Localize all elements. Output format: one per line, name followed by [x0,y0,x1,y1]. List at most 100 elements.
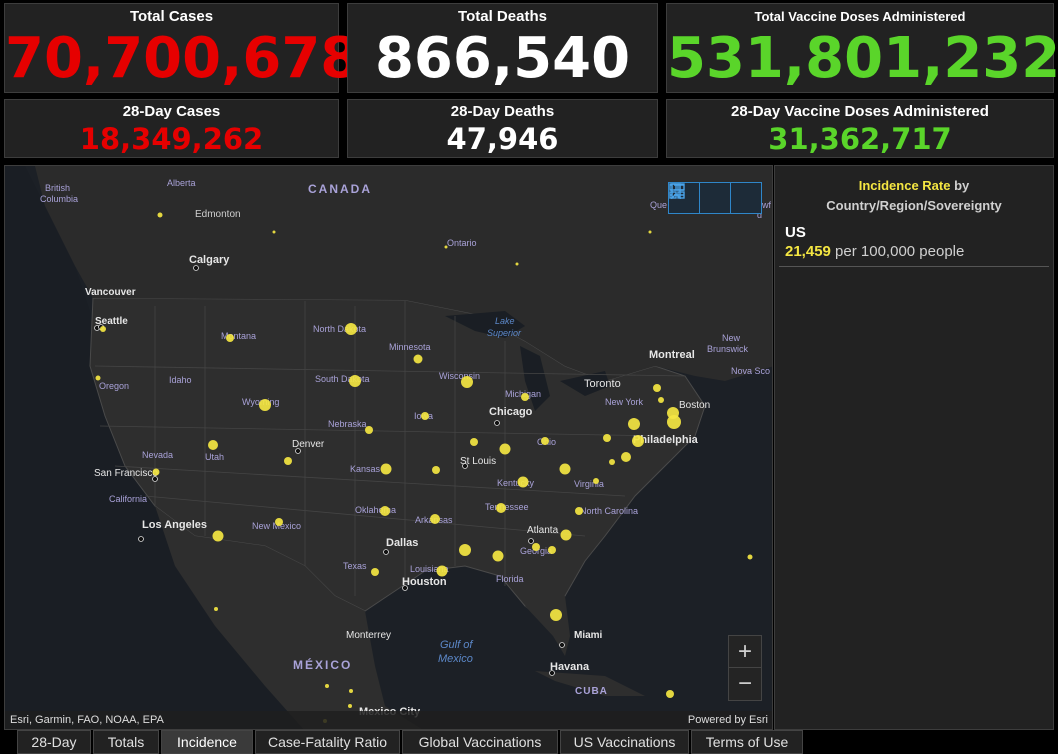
incidence-bubble[interactable] [413,354,423,364]
tab-incidence[interactable]: Incidence [161,730,253,754]
incidence-bubble[interactable] [515,262,519,266]
incidence-bubble[interactable] [628,418,640,430]
list-item[interactable]: US 21,459 per 100,000 people [785,224,1053,260]
incidence-metric-label: Incidence Rate [858,178,951,193]
zoom-in-button[interactable]: + [729,636,761,668]
incidence-bubble[interactable] [95,375,101,381]
incidence-panel: Incidence Rate by Country/Region/Soverei… [774,165,1054,730]
incidence-bubble[interactable] [284,457,292,465]
incidence-bubble[interactable] [208,440,218,450]
incidence-bubble[interactable] [345,323,357,335]
incidence-bubble[interactable] [325,684,329,688]
incidence-bubble[interactable] [432,466,440,474]
incidence-bubble[interactable] [492,550,504,562]
incidence-bubble[interactable] [532,543,540,551]
incidence-bubble[interactable] [226,334,234,342]
incidence-bubble[interactable] [609,459,615,465]
zoom-out-button[interactable]: − [729,668,761,699]
map-label-north-dakota: North Dakota [313,324,366,334]
map-label-dallas: Dallas [386,537,418,549]
incidence-bubble[interactable] [100,326,106,332]
map-toolbar [668,182,762,214]
incidence-bubble[interactable] [461,376,473,388]
incidence-bubble[interactable] [349,375,361,387]
powered-by-esri[interactable]: Powered by Esri [688,714,768,726]
incidence-bubble[interactable] [272,230,276,234]
incidence-bubble[interactable] [444,245,448,249]
incidence-bubble[interactable] [632,435,644,447]
incidence-bubble[interactable] [621,452,631,462]
incidence-bubble[interactable] [430,514,440,524]
tab-terms-of-use[interactable]: Terms of Use [691,730,803,754]
incidence-bubble[interactable] [575,507,583,515]
incidence-subtitle: Country/Region/Sovereignty [826,198,1002,213]
tab-us-vaccinations[interactable]: US Vaccinations [560,730,689,754]
map-view[interactable]: CANADA MÉXICO Gulf of Mexico Lake Superior Bri… [4,165,773,730]
city-dot [462,463,468,469]
map-label-south-dakota: South Dakota [315,374,370,384]
map-label-tennessee: Tennessee [485,502,529,512]
incidence-bubble[interactable] [496,503,506,513]
incidence-bubble[interactable] [548,546,556,554]
incidence-bubble[interactable] [459,544,471,556]
map-label-idaho: Idaho [169,375,192,385]
incidence-bubble[interactable] [560,529,572,541]
incidence-bubble[interactable] [667,415,681,429]
incidence-bubble[interactable] [157,212,163,218]
incidence-bubble[interactable] [559,463,571,475]
incidence-bubble[interactable] [380,463,392,475]
incidence-bubble[interactable] [648,230,652,234]
map-label-new-brunswick2: Brunswick [707,344,749,354]
incidence-bubble[interactable] [666,690,674,698]
incidence-bubble[interactable] [380,506,390,516]
incidence-bubble[interactable] [517,476,529,488]
incidence-bubble[interactable] [550,609,562,621]
incidence-bubble[interactable] [212,530,224,542]
incidence-bubble[interactable] [499,443,511,455]
map-label-florida: Florida [496,574,524,584]
map-label-kentucky: Kentucky [497,478,535,488]
map-label-mexico: MÉXICO [293,657,352,672]
incidence-bubble[interactable] [349,689,353,693]
legend-list-icon[interactable] [670,183,731,213]
basemap-gallery-icon[interactable] [669,183,761,213]
total-vaccine-panel: Total Vaccine Doses Administered 531,801… [666,3,1058,93]
map-label-new-york: New York [605,397,644,407]
map-label-quebec: Que [650,200,667,210]
city-dot [138,536,144,542]
total-vaccine-title: Total Vaccine Doses Administered [754,9,966,24]
incidence-bubble[interactable] [214,607,218,611]
incidence-bubble[interactable] [470,438,478,446]
incidence-bubble[interactable] [593,478,599,484]
incidence-rate-unit: per 100,000 people [830,243,965,260]
incidence-bubble[interactable] [436,565,448,577]
incidence-bubble[interactable] [421,412,429,420]
incidence-bubble[interactable] [653,384,661,392]
vaccine-28-title: 28-Day Vaccine Doses Administered [731,103,989,120]
map-label-cuba: CUBA [575,686,608,697]
map-label-chicago: Chicago [489,406,533,418]
total-cases-panel: Total Cases 70,700,678 [4,3,359,93]
tab-global-vaccinations[interactable]: Global Vaccinations [402,730,558,754]
incidence-bubble[interactable] [275,518,283,526]
total-cases-title: Total Cases [129,8,214,25]
map-label-monterrey: Monterrey [346,630,391,641]
tab-totals[interactable]: Totals [93,730,159,754]
tab-case-fatality-ratio[interactable]: Case-Fatality Ratio [255,730,400,754]
incidence-bubble[interactable] [365,426,373,434]
incidence-bubble[interactable] [541,437,549,445]
tab-28-day[interactable]: 28-Day [17,730,91,754]
zoom-control: + − [728,635,762,701]
map-label-havana: Havana [550,661,590,673]
map-label-wisconsin: Wisconsin [439,371,480,381]
incidence-bubble[interactable] [521,393,529,401]
incidence-bubble[interactable] [259,399,271,411]
incidence-bubble[interactable] [348,704,352,708]
incidence-bubble[interactable] [658,397,664,403]
city-dot [295,448,301,454]
incidence-bubble[interactable] [371,568,379,576]
incidence-bubble[interactable] [747,554,753,560]
incidence-bubble[interactable] [603,434,611,442]
attribution-text: Esri, Garmin, FAO, NOAA, EPA [10,714,164,726]
incidence-bubble[interactable] [152,468,160,476]
